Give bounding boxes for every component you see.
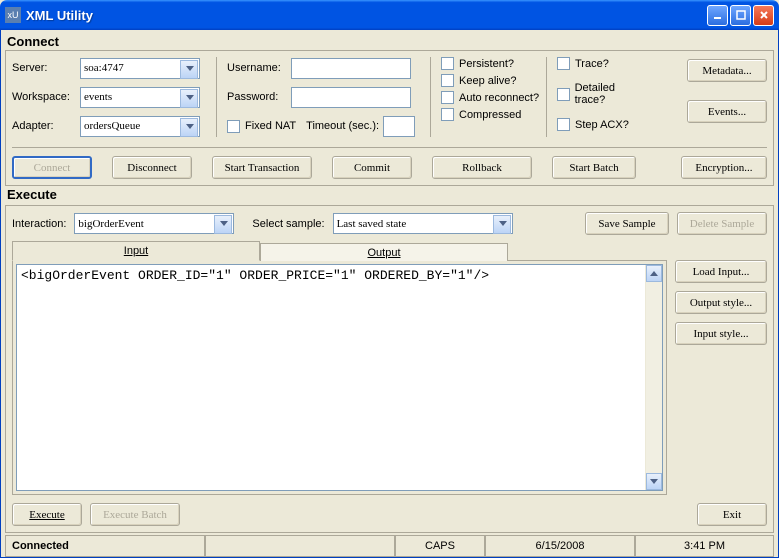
vertical-scrollbar[interactable] [645, 265, 662, 490]
status-time: 3:41 PM [635, 536, 774, 557]
status-bar: Connected CAPS 6/15/2008 3:41 PM [5, 535, 774, 557]
app-icon: xU [5, 7, 21, 23]
tab-input[interactable]: Input [12, 241, 260, 261]
delete-sample-button: Delete Sample [677, 212, 767, 235]
server-label: Server: [12, 62, 76, 74]
detailed-trace-checkbox[interactable]: Detailed trace? [557, 82, 646, 106]
save-sample-button[interactable]: Save Sample [585, 212, 669, 235]
status-connected: Connected [5, 536, 205, 557]
trace-checkbox[interactable]: Trace? [557, 57, 646, 70]
status-caps: CAPS [395, 536, 485, 557]
execute-button[interactable]: Execute [12, 503, 82, 526]
encryption-button[interactable]: Encryption... [681, 156, 767, 179]
adapter-label: Adapter: [12, 120, 76, 132]
password-input[interactable] [291, 87, 411, 108]
server-combo[interactable]: soa:4747 [80, 58, 200, 79]
minimize-button[interactable] [707, 5, 728, 26]
arrow-down-icon [650, 479, 658, 484]
connect-panel: Server: soa:4747 Workspace: events Adapt… [5, 50, 774, 186]
output-style-button[interactable]: Output style... [675, 291, 767, 314]
status-date: 6/15/2008 [485, 536, 635, 557]
execute-group-title: Execute [7, 187, 774, 202]
rollback-button[interactable]: Rollback [432, 156, 532, 179]
execute-panel: Interaction: bigOrderEvent Select sample… [5, 205, 774, 533]
username-input[interactable] [291, 58, 411, 79]
close-button[interactable] [753, 5, 774, 26]
timeout-input[interactable] [383, 116, 415, 137]
chevron-down-icon [186, 124, 194, 129]
persistent-checkbox[interactable]: Persistent? [441, 57, 542, 70]
select-sample-combo[interactable]: Last saved state [333, 213, 513, 234]
chevron-down-icon [186, 95, 194, 100]
chevron-down-icon [499, 221, 507, 226]
tab-output[interactable]: Output [260, 243, 508, 261]
keep-alive-checkbox[interactable]: Keep alive? [441, 74, 542, 87]
fixed-nat-checkbox[interactable]: Fixed NAT [227, 120, 296, 133]
interaction-combo[interactable]: bigOrderEvent [74, 213, 234, 234]
start-batch-button[interactable]: Start Batch [552, 156, 636, 179]
password-label: Password: [227, 91, 287, 103]
status-empty [205, 536, 395, 557]
scroll-down-button[interactable] [646, 473, 662, 490]
workspace-label: Workspace: [12, 91, 76, 103]
commit-button[interactable]: Commit [332, 156, 412, 179]
window-title: XML Utility [26, 8, 707, 23]
adapter-combo[interactable]: ordersQueue [80, 116, 200, 137]
username-label: Username: [227, 62, 287, 74]
start-transaction-button[interactable]: Start Transaction [212, 156, 312, 179]
compressed-checkbox[interactable]: Compressed [441, 108, 542, 121]
scroll-up-button[interactable] [646, 265, 662, 282]
exit-button[interactable]: Exit [697, 503, 767, 526]
timeout-label: Timeout (sec.): [306, 120, 379, 132]
arrow-up-icon [650, 271, 658, 276]
tab-bar: Input Output [12, 241, 767, 260]
client-area: Connect Server: soa:4747 Workspace: even… [0, 30, 779, 558]
disconnect-button[interactable]: Disconnect [112, 156, 192, 179]
execute-batch-button: Execute Batch [90, 503, 180, 526]
select-sample-label: Select sample: [252, 218, 324, 230]
load-input-button[interactable]: Load Input... [675, 260, 767, 283]
metadata-button[interactable]: Metadata... [687, 59, 767, 82]
window-controls [707, 5, 774, 26]
chevron-down-icon [186, 66, 194, 71]
input-style-button[interactable]: Input style... [675, 322, 767, 345]
titlebar: xU XML Utility [0, 0, 779, 30]
connect-button[interactable]: Connect [12, 156, 92, 179]
auto-reconnect-checkbox[interactable]: Auto reconnect? [441, 91, 542, 104]
interaction-label: Interaction: [12, 218, 66, 230]
chevron-down-icon [220, 221, 228, 226]
workspace-combo[interactable]: events [80, 87, 200, 108]
step-acx-checkbox[interactable]: Step ACX? [557, 118, 646, 131]
events-button[interactable]: Events... [687, 100, 767, 123]
maximize-button[interactable] [730, 5, 751, 26]
editor-container: <bigOrderEvent ORDER_ID="1" ORDER_PRICE=… [12, 260, 667, 495]
xml-editor[interactable]: <bigOrderEvent ORDER_ID="1" ORDER_PRICE=… [16, 264, 663, 491]
connect-group-title: Connect [7, 34, 774, 49]
